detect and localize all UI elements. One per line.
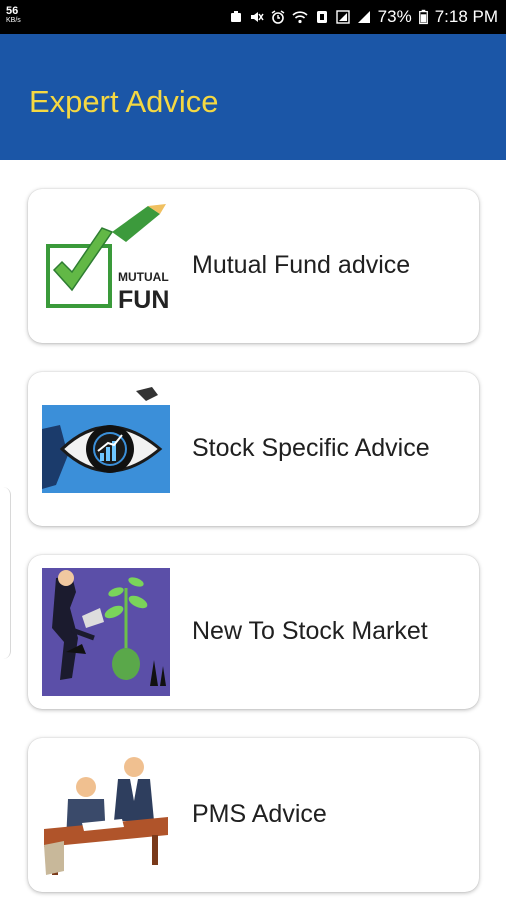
screenshot-icon	[230, 11, 241, 22]
card-new-to-stock-market[interactable]: New To Stock Market	[28, 555, 479, 709]
business-meeting-image	[42, 751, 170, 879]
wifi-icon	[292, 11, 308, 24]
status-bar: 56 KB/s 73% 7:18 PM	[0, 0, 506, 34]
card-label: New To Stock Market	[192, 617, 428, 645]
side-panel-handle[interactable]	[0, 487, 11, 659]
network-speed: 56 KB/s	[6, 6, 21, 26]
investor-plant-image	[42, 568, 170, 696]
eye-chart-image	[42, 385, 170, 513]
page-title: Expert Advice	[29, 84, 219, 119]
mutual-fund-checkmark-image: MUTUAL FUND	[42, 202, 170, 330]
card-label: PMS Advice	[192, 800, 327, 828]
alarm-icon	[271, 10, 285, 24]
card-stock-specific-advice[interactable]: Stock Specific Advice	[28, 372, 479, 526]
svg-text:MUTUAL: MUTUAL	[118, 270, 169, 284]
clock-time: 7:18 PM	[434, 7, 498, 26]
svg-text:FUND: FUND	[118, 286, 170, 314]
card-mutual-fund-advice[interactable]: MUTUAL FUND Mutual Fund advice	[28, 189, 479, 343]
status-icons: 73% 7:18 PM	[229, 6, 498, 28]
data-signal-icon	[335, 10, 350, 24]
battery-percentage: 73%	[377, 7, 412, 26]
battery-icon	[418, 9, 428, 25]
network-speed-unit: KB/s	[6, 17, 21, 24]
card-label: Stock Specific Advice	[192, 434, 430, 462]
signal-icon	[357, 11, 370, 23]
card-label: Mutual Fund advice	[192, 251, 411, 279]
sim-icon	[316, 11, 327, 23]
mute-icon	[250, 12, 264, 22]
card-pms-advice[interactable]: PMS Advice	[28, 738, 479, 892]
